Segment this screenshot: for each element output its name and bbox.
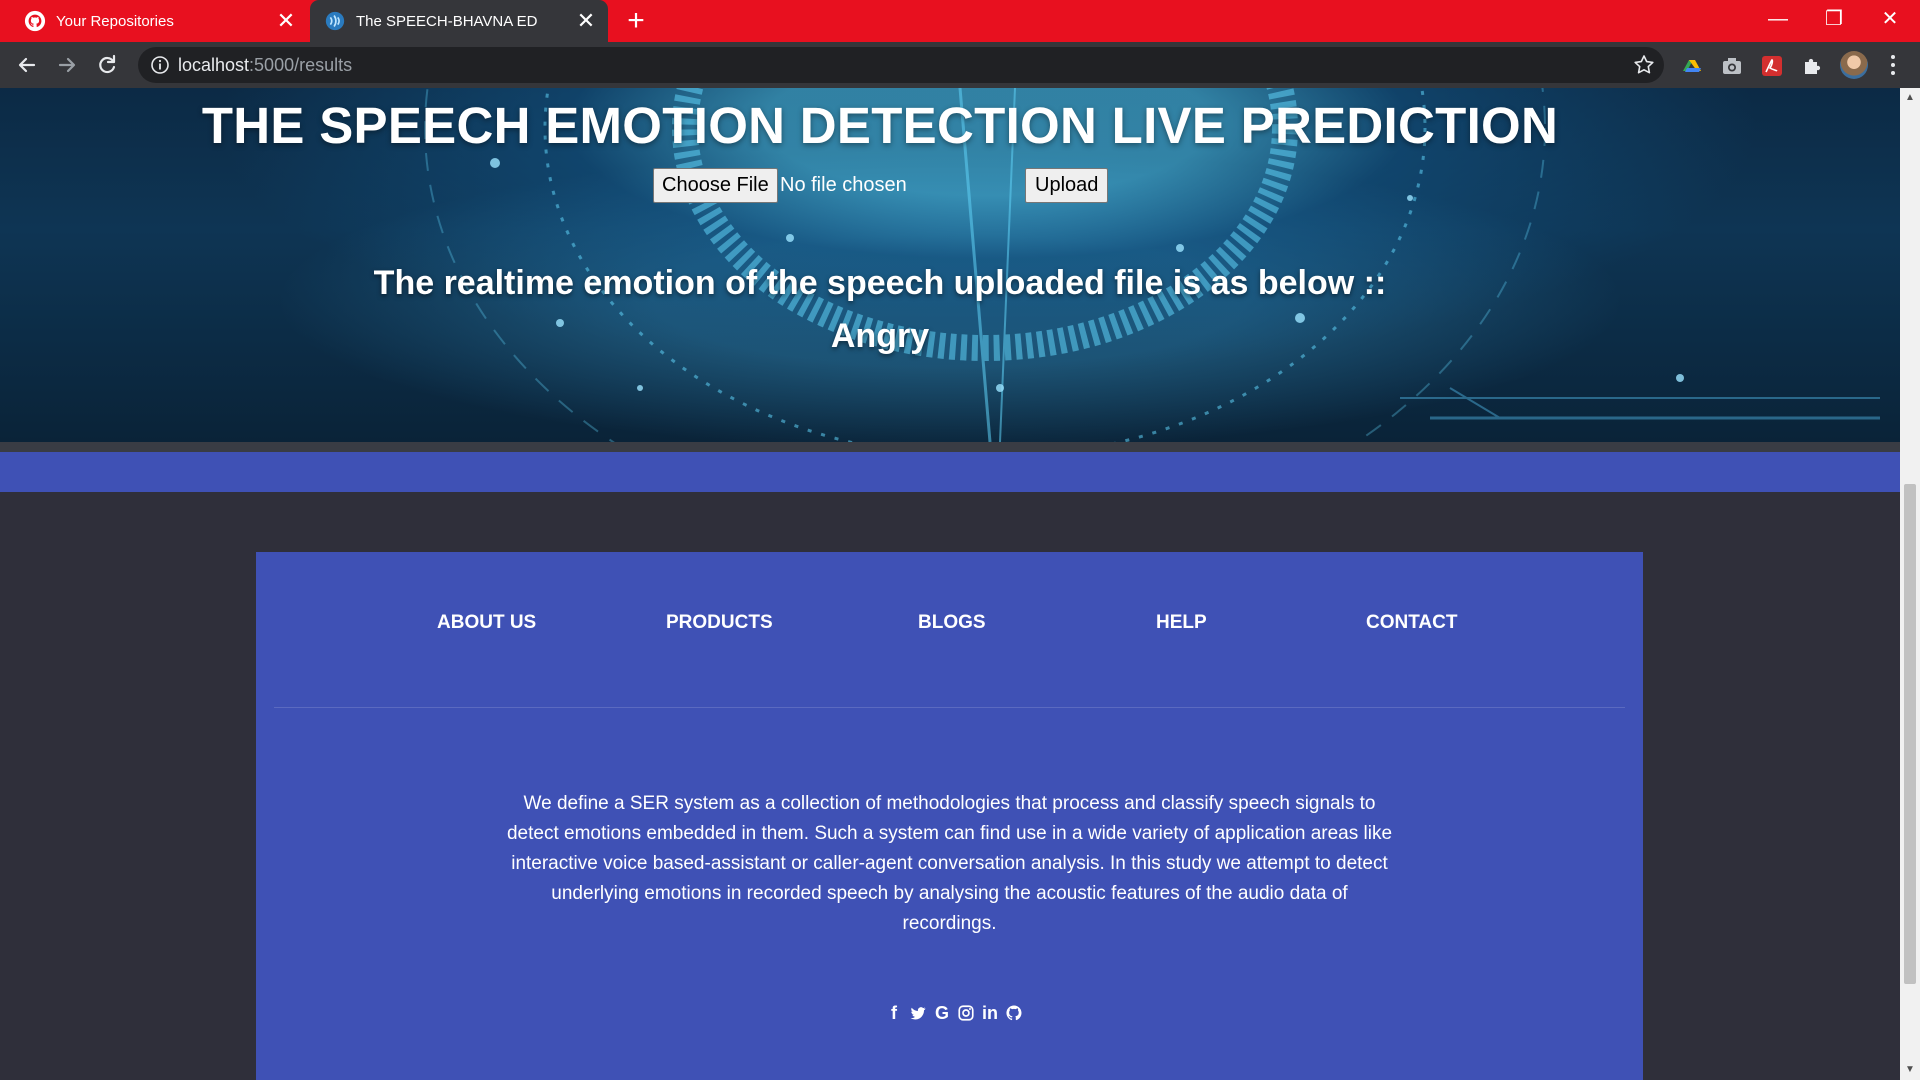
choose-file-button[interactable]: Choose File: [653, 168, 778, 203]
footer-nav-products[interactable]: PRODUCTS: [666, 612, 773, 634]
page-viewport: THE SPEECH EMOTION DETECTION LIVE PREDIC…: [0, 88, 1900, 1080]
footer: ABOUT US PRODUCTS BLOGS HELP CONTACT We …: [256, 552, 1643, 1080]
reload-icon[interactable]: [92, 50, 122, 80]
close-window-button[interactable]: ✕: [1862, 0, 1918, 40]
profile-avatar[interactable]: [1840, 51, 1868, 79]
predicted-emotion: Angry: [830, 317, 930, 355]
upload-button[interactable]: Upload: [1025, 168, 1109, 203]
extensions-puzzle-icon[interactable]: [1799, 53, 1825, 79]
menu-kebab-icon[interactable]: [1888, 51, 1898, 79]
page-title: THE SPEECH EMOTION DETECTION LIVE PREDIC…: [201, 97, 1559, 154]
footer-description: We define a SER system as a collection o…: [506, 793, 1393, 934]
footer-nav-help[interactable]: HELP: [1156, 612, 1207, 634]
extension-drive-icon[interactable]: [1679, 53, 1705, 79]
tab-title: The SPEECH-BHAVNA ED: [356, 12, 538, 30]
footer-nav-contact[interactable]: CONTACT: [1366, 612, 1457, 634]
site-favicon: [325, 11, 345, 31]
close-tab-icon[interactable]: ✕: [576, 10, 596, 32]
file-status-text: No file chosen: [780, 174, 907, 196]
extension-camera-icon[interactable]: [1719, 53, 1745, 79]
restore-button[interactable]: ❐: [1806, 0, 1862, 40]
minimize-button[interactable]: —: [1750, 0, 1806, 40]
scrollbar-thumb[interactable]: [1904, 484, 1916, 984]
new-tab-button[interactable]: +: [622, 6, 650, 36]
google-icon[interactable]: G: [932, 1002, 952, 1024]
github-icon: [24, 10, 46, 32]
vertical-scrollbar[interactable]: ▲ ▼: [1900, 88, 1920, 1080]
instagram-icon[interactable]: [956, 1002, 976, 1024]
tab-title: Your Repositories: [56, 12, 174, 30]
facebook-icon[interactable]: f: [884, 1002, 904, 1024]
forward-icon[interactable]: [52, 50, 82, 80]
url-path: :5000/results: [249, 55, 353, 75]
footer-nav-about-us[interactable]: ABOUT US: [437, 612, 536, 634]
twitter-icon[interactable]: [908, 1002, 928, 1024]
blue-band: [0, 452, 1900, 492]
hero-section: THE SPEECH EMOTION DETECTION LIVE PREDIC…: [0, 88, 1900, 442]
footer-nav-blogs[interactable]: BLOGS: [918, 612, 986, 634]
scroll-down-arrow-icon[interactable]: ▼: [1904, 1064, 1916, 1076]
site-info-icon[interactable]: [150, 55, 170, 75]
close-tab-icon[interactable]: ✕: [276, 10, 296, 32]
browser-toolbar: localhost:5000/results: [0, 42, 1920, 88]
url-host: localhost: [178, 55, 250, 75]
github-icon[interactable]: [1004, 1002, 1024, 1024]
url-text: localhost:5000/results: [178, 55, 352, 76]
tab-speech-bhavna[interactable]: The SPEECH-BHAVNA ED ✕: [310, 0, 608, 42]
github-glyph-icon: [1006, 1005, 1022, 1021]
footer-divider: [274, 707, 1625, 708]
twitter-bird-icon: [910, 1007, 926, 1020]
bookmark-star-icon[interactable]: [1632, 53, 1656, 77]
linkedin-icon[interactable]: in: [980, 1002, 1000, 1024]
address-bar[interactable]: localhost:5000/results: [138, 47, 1664, 83]
social-links: f G in: [884, 1002, 1024, 1024]
tab-strip: Your Repositories ✕ The SPEECH-BHAVNA ED…: [0, 0, 1920, 42]
tab-your-repositories[interactable]: Your Repositories ✕: [0, 0, 308, 42]
extension-acrobat-icon[interactable]: [1759, 53, 1785, 79]
result-heading: The realtime emotion of the speech uploa…: [373, 264, 1387, 302]
back-icon[interactable]: [12, 50, 42, 80]
scroll-up-arrow-icon[interactable]: ▲: [1904, 92, 1916, 104]
hero-bottom-strip: [0, 442, 1900, 452]
instagram-glyph-icon: [958, 1005, 974, 1021]
